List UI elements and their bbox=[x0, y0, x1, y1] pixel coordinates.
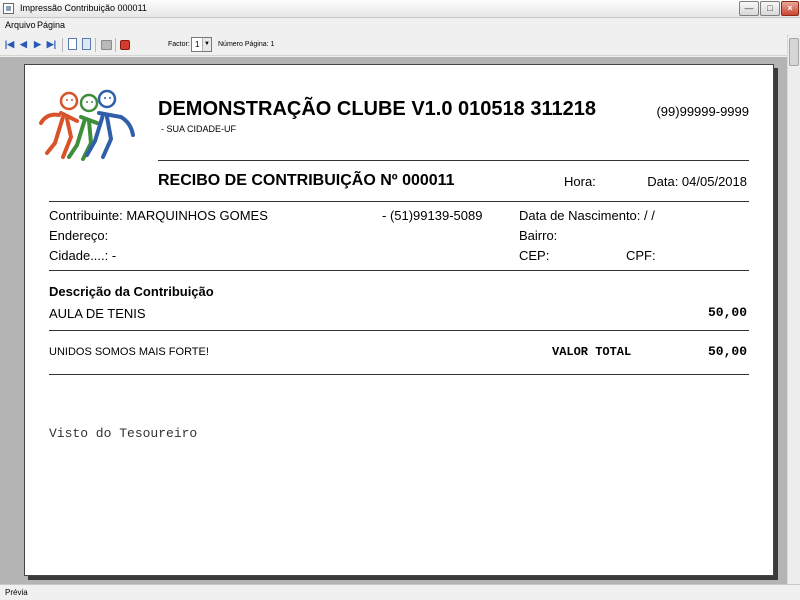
divider bbox=[158, 160, 749, 161]
window-title: Impressão Contribuição 000011 bbox=[20, 3, 147, 13]
two-pages-icon[interactable] bbox=[82, 38, 91, 50]
toolbar: |◀ ◀ ▶ ▶| Factor: 1 ▼ Número Página: 1 bbox=[0, 34, 800, 56]
vertical-scrollbar[interactable] bbox=[787, 34, 800, 584]
treasurer-signature-label: Visto do Tesoureiro bbox=[49, 426, 198, 441]
maximize-button[interactable]: □ bbox=[760, 1, 780, 16]
receipt-page: DEMONSTRAÇÃO CLUBE V1.0 010518 311218 (9… bbox=[24, 64, 774, 576]
contributor-field: Contribuinte: MARQUINHOS GOMES bbox=[49, 208, 268, 223]
description-title: Descrição da Contribuição bbox=[49, 284, 214, 299]
menu-pagina[interactable]: Página bbox=[37, 20, 65, 30]
total-value: 50,00 bbox=[707, 344, 747, 359]
print-icon[interactable] bbox=[101, 40, 112, 50]
club-city: - SUA CIDADE-UF bbox=[161, 124, 237, 134]
last-page-icon[interactable]: ▶| bbox=[46, 38, 57, 51]
slogan: UNIDOS SOMOS MAIS FORTE! bbox=[49, 346, 209, 358]
next-page-icon[interactable]: ▶ bbox=[32, 38, 43, 51]
item-value: 50,00 bbox=[707, 305, 747, 320]
title-bar: Impressão Contribuição 000011 — □ × bbox=[0, 0, 800, 18]
minimize-button[interactable]: — bbox=[739, 1, 759, 16]
previous-page-icon[interactable]: ◀ bbox=[18, 38, 29, 51]
toolbar-separator bbox=[62, 38, 63, 52]
toolbar-separator bbox=[95, 38, 96, 52]
scrollbar-thumb[interactable] bbox=[789, 38, 799, 66]
factor-select[interactable]: 1 ▼ bbox=[191, 37, 212, 52]
cep-field: CEP: bbox=[519, 248, 550, 263]
menu-arquivo[interactable]: Arquivo bbox=[5, 20, 36, 30]
divider bbox=[49, 270, 749, 271]
stop-icon[interactable] bbox=[120, 40, 130, 50]
divider bbox=[49, 201, 749, 202]
first-page-icon[interactable]: |◀ bbox=[4, 38, 15, 51]
factor-label: Factor: bbox=[168, 41, 190, 48]
close-button[interactable]: × bbox=[781, 1, 799, 16]
status-bar: Prévia bbox=[0, 584, 800, 600]
club-phone: (99)99999-9999 bbox=[656, 104, 749, 119]
date-label: Data: 04/05/2018 bbox=[647, 174, 747, 189]
toolbar-separator bbox=[115, 38, 116, 52]
birthdate-field: Data de Nascimento: / / bbox=[519, 208, 655, 223]
neighborhood-field: Bairro: bbox=[519, 228, 558, 243]
cpf-field: CPF: bbox=[626, 248, 656, 263]
status-text: Prévia bbox=[5, 588, 28, 597]
total-label: VALOR TOTAL bbox=[552, 345, 632, 359]
club-name: DEMONSTRAÇÃO CLUBE V1.0 010518 311218 bbox=[158, 98, 596, 120]
phone-field: - (51)99139-5089 bbox=[382, 208, 483, 223]
item-description: AULA DE TENIS bbox=[49, 306, 146, 321]
app-icon bbox=[3, 3, 14, 14]
page-number-label: Número Página: 1 bbox=[218, 41, 275, 48]
page-icon[interactable] bbox=[68, 38, 77, 50]
divider bbox=[49, 330, 749, 331]
chevron-down-icon: ▼ bbox=[202, 38, 211, 51]
receipt-title: RECIBO DE CONTRIBUIÇÃO Nº 000011 bbox=[158, 172, 455, 189]
city-field: Cidade....: - bbox=[49, 248, 117, 263]
factor-value: 1 bbox=[195, 40, 200, 49]
club-logo-icon bbox=[39, 89, 135, 161]
time-label: Hora: bbox=[564, 174, 596, 189]
menu-bar: Arquivo Página bbox=[0, 18, 800, 34]
divider bbox=[49, 374, 749, 375]
address-field: Endereço: bbox=[49, 228, 109, 243]
